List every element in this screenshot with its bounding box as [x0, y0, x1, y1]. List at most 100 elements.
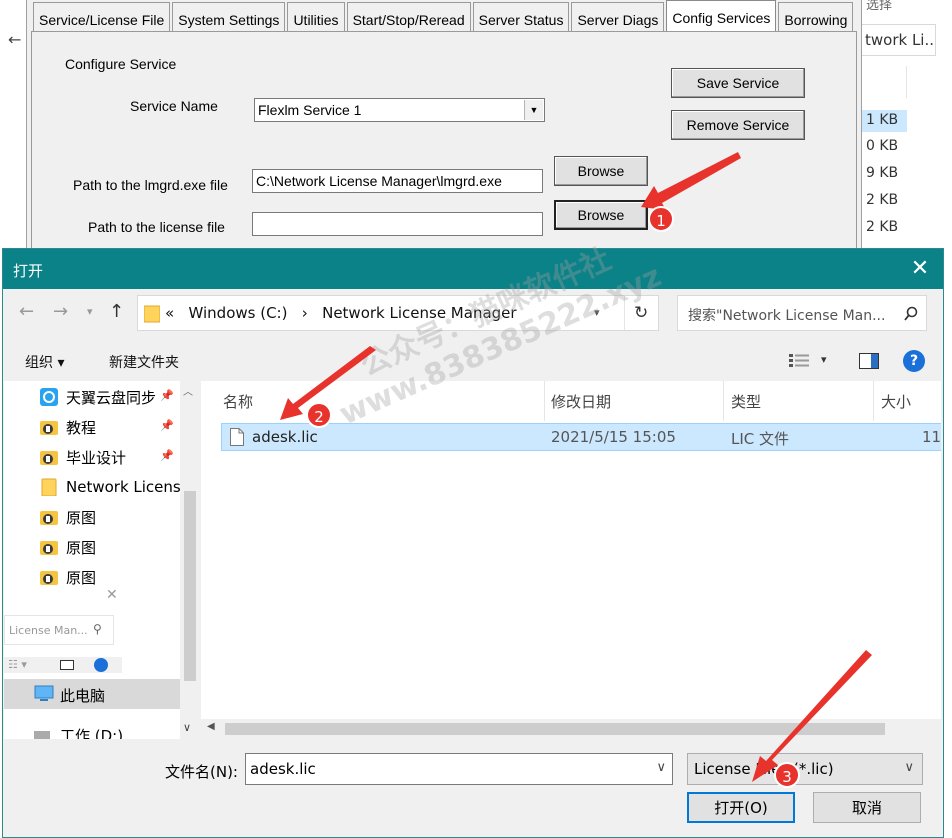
- config-services-panel: Configure Service Service Name Flexlm Se…: [31, 31, 857, 253]
- nav-item-label: 毕业设计: [66, 448, 127, 467]
- lmgrd-path-input[interactable]: C:\Network License Manager\lmgrd.exe: [252, 169, 543, 193]
- open-button[interactable]: 打开(O): [687, 792, 795, 823]
- filename-dropdown-chevron-icon[interactable]: ∨: [656, 760, 666, 775]
- remove-service-button[interactable]: Remove Service: [671, 110, 805, 140]
- tab-system-settings[interactable]: System Settings: [172, 2, 286, 32]
- computer-icon: [34, 685, 54, 701]
- chevron-down-icon[interactable]: ▼: [524, 100, 543, 120]
- dialog-titlebar[interactable]: 打开 ✕: [3, 249, 943, 289]
- back-arrow-icon[interactable]: ←: [19, 301, 34, 322]
- tab-server-status[interactable]: Server Status: [472, 2, 570, 32]
- browse-license-button[interactable]: Browse: [554, 200, 648, 230]
- forward-arrow-icon[interactable]: →: [53, 301, 68, 322]
- preview-pane-icon[interactable]: [859, 353, 879, 369]
- nav-item-network-license[interactable]: Network License: [40, 473, 190, 501]
- pin-icon[interactable]: 📌: [160, 419, 174, 432]
- scroll-up-chevron-icon[interactable]: ︿: [183, 383, 193, 398]
- column-header-type[interactable]: 类型: [731, 391, 761, 412]
- breadcrumb-network-license-manager[interactable]: Network License Manager: [322, 304, 516, 322]
- background-size-cell: 9 KB: [866, 165, 899, 181]
- lmtools-tab-bar: Service/License File System Settings Uti…: [33, 0, 855, 32]
- tab-config-services[interactable]: Config Services: [666, 0, 777, 32]
- step-badge-1: 1: [648, 206, 674, 232]
- column-header-size[interactable]: 大小: [881, 391, 911, 412]
- address-bar[interactable]: « Windows (C:) › Network License Manager…: [137, 295, 659, 331]
- file-list-hscrollbar[interactable]: ◀: [201, 719, 941, 739]
- file-type: LIC 文件: [731, 430, 790, 448]
- pin-icon[interactable]: 📌: [160, 449, 174, 462]
- address-divider: [624, 296, 625, 330]
- background-size-cell: 1 KB: [862, 110, 907, 132]
- recent-locations-chevron-icon[interactable]: ▾: [87, 305, 93, 318]
- new-folder-button[interactable]: 新建文件夹: [109, 352, 179, 372]
- save-service-button[interactable]: Save Service: [671, 68, 805, 98]
- browse-lmgrd-button[interactable]: Browse: [554, 156, 648, 186]
- tab-start-stop-reread[interactable]: Start/Stop/Reread: [346, 2, 471, 32]
- nav-item-tutorial[interactable]: 教程: [40, 413, 180, 441]
- service-name-label: Service Name: [130, 98, 218, 114]
- service-name-combo[interactable]: Flexlm Service 1 ▼: [254, 98, 545, 122]
- cloud-sync-icon: [40, 388, 58, 406]
- column-header-name[interactable]: 名称: [223, 391, 253, 412]
- navigation-pane: 天翼云盘同步 📌 教程 📌 毕业设计 📌 Network License 原图 …: [4, 381, 198, 739]
- breadcrumb-drive-c[interactable]: Windows (C:): [189, 304, 288, 322]
- filetype-select[interactable]: License Files (*.lic) ∨: [687, 753, 923, 785]
- tab-service-license-file[interactable]: Service/License File: [33, 2, 171, 32]
- document-folder-icon: [40, 541, 58, 555]
- tab-server-diags[interactable]: Server Diags: [571, 2, 665, 32]
- file-name: adesk.lic: [252, 428, 318, 446]
- nav-item-tianyi-cloud[interactable]: 天翼云盘同步: [40, 383, 180, 411]
- nav-item-original-images[interactable]: 原图: [40, 533, 180, 561]
- search-placeholder: 搜索"Network License Man...: [688, 308, 886, 324]
- close-icon[interactable]: ✕: [897, 249, 943, 289]
- nav-item-graduation-design[interactable]: 毕业设计: [40, 443, 180, 471]
- refresh-icon[interactable]: ↻: [634, 303, 648, 323]
- column-header-modified[interactable]: 修改日期: [551, 391, 611, 412]
- up-arrow-icon[interactable]: ↑: [109, 301, 124, 322]
- view-chevron-icon[interactable]: ▾: [821, 353, 827, 366]
- nav-item-label: Network License: [66, 478, 190, 496]
- background-address-bar[interactable]: twork Li...: [858, 24, 936, 56]
- table-row[interactable]: adesk.lic 2021/5/15 15:05 LIC 文件 11: [221, 423, 941, 451]
- search-icon[interactable]: [904, 306, 918, 322]
- organize-menu[interactable]: 组织 ▾: [25, 352, 64, 372]
- tab-borrowing[interactable]: Borrowing: [778, 2, 854, 32]
- background-size-cell: 2 KB: [866, 192, 899, 208]
- lmgrd-path-label: Path to the lmgrd.exe file: [73, 177, 228, 193]
- filename-input[interactable]: adesk.lic ∨: [245, 753, 673, 785]
- help-icon[interactable]: ?: [903, 350, 925, 372]
- nav-item-drive-d[interactable]: 工作 (D:): [4, 723, 180, 739]
- background-size-cell: 0 KB: [866, 138, 899, 154]
- background-top-text: 选择: [866, 0, 893, 13]
- nav-scrollbar-thumb[interactable]: [184, 491, 196, 681]
- ghost-search-text: License Man...: [9, 624, 88, 637]
- file-list: ^ 名称 修改日期 类型 大小 adesk.lic 2021/5/15 15:0…: [201, 381, 941, 739]
- scroll-down-chevron-icon[interactable]: ∨: [183, 721, 191, 734]
- license-path-input[interactable]: [252, 212, 543, 236]
- back-arrow-icon[interactable]: ←: [8, 30, 21, 49]
- tab-utilities[interactable]: Utilities: [287, 2, 345, 32]
- lmtools-window: Service/License File System Settings Uti…: [26, 0, 862, 253]
- pin-icon[interactable]: 📌: [160, 389, 174, 402]
- search-box[interactable]: 搜索"Network License Man...: [677, 295, 927, 331]
- scroll-left-chevron-icon[interactable]: ◀: [207, 721, 215, 732]
- ghost-close-icon: ✕: [106, 587, 118, 603]
- this-pc-label: 此电脑: [60, 687, 106, 705]
- view-options-icon[interactable]: [789, 353, 811, 367]
- cancel-button[interactable]: 取消: [813, 792, 921, 823]
- nav-item-label: 原图: [66, 508, 97, 527]
- breadcrumb-prefix: «: [165, 304, 175, 322]
- nav-item-label: 天翼云盘同步: [66, 388, 157, 407]
- sort-indicator-icon: ^: [375, 381, 384, 388]
- hscrollbar-thumb[interactable]: [225, 723, 885, 735]
- address-dropdown-chevron-icon[interactable]: ▾: [594, 306, 600, 319]
- column-separator: [544, 381, 545, 421]
- drive-icon: [34, 731, 50, 739]
- nav-item-this-pc[interactable]: 此电脑: [4, 679, 180, 709]
- step-badge-2: 2: [306, 402, 332, 428]
- breadcrumb-separator: ›: [301, 304, 308, 322]
- filename-value: adesk.lic: [250, 760, 316, 778]
- filetype-chevron-icon[interactable]: ∨: [904, 760, 914, 775]
- open-file-dialog: 打开 ✕ ← → ▾ ↑ « Windows (C:) › Network Li…: [2, 248, 944, 838]
- nav-item-original-images[interactable]: 原图: [40, 503, 180, 531]
